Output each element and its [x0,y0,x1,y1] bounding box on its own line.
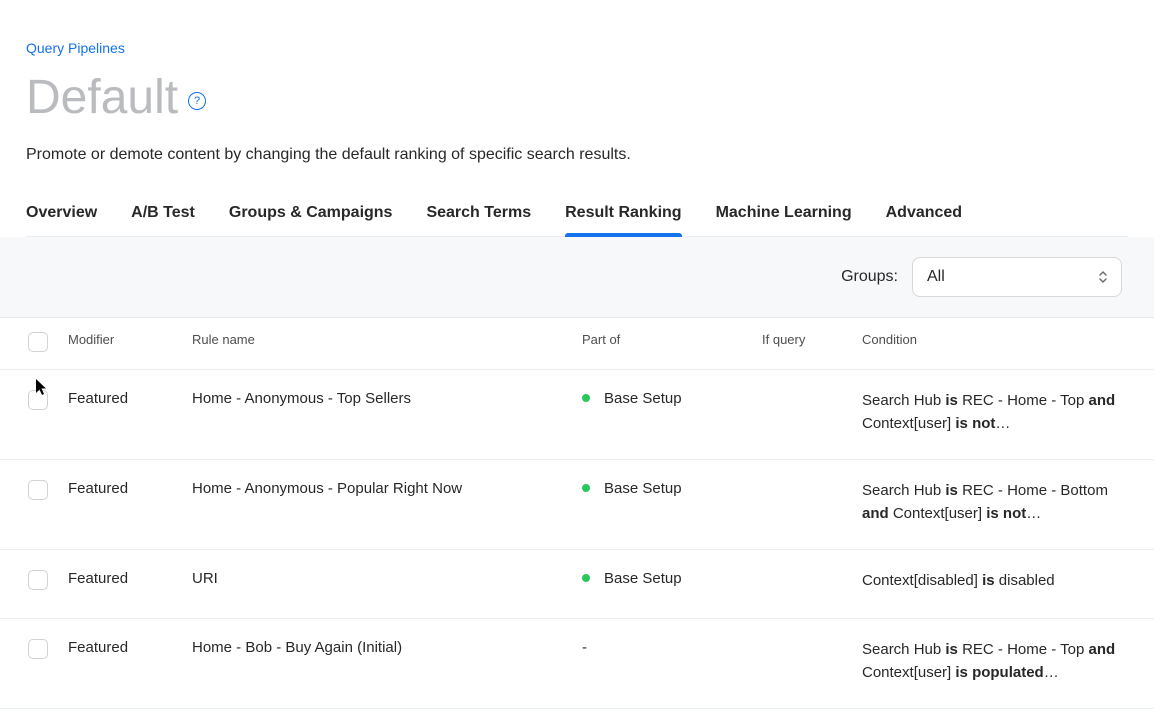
row-checkbox[interactable] [28,480,48,500]
condition-segment: and [1084,641,1115,658]
cell-rule-name: Home - Anonymous - Top Sellers [182,370,572,460]
tab-groups[interactable]: Groups & Campaigns [229,194,393,236]
table-row[interactable]: FeaturedHome - Anonymous - Popular Right… [0,460,1154,550]
cell-part-of: - [572,619,752,709]
tab-terms[interactable]: Search Terms [426,194,531,236]
condition-segment: Search Hub [862,482,941,499]
condition-segment: Search Hub [862,641,941,658]
cell-condition: Search Hub is REC - Home - Bottom and Co… [852,460,1154,550]
page-subtitle: Promote or demote content by changing th… [26,146,1128,164]
row-checkbox[interactable] [28,390,48,410]
row-checkbox[interactable] [28,639,48,659]
rules-table: Modifier Rule name Part of If query Cond… [0,318,1154,709]
cell-part-of-text: Base Setup [604,570,682,587]
condition-segment: is [941,482,962,499]
groups-label: Groups: [841,268,898,286]
table-row[interactable]: FeaturedHome - Bob - Buy Again (Initial)… [0,619,1154,709]
status-dot-icon [582,484,590,492]
condition-segment: Context[disabled] [862,572,978,589]
help-icon[interactable]: ? [188,92,206,110]
column-header-rule-name[interactable]: Rule name [182,318,572,370]
cell-rule-name: URI [182,550,572,619]
tab-advanced[interactable]: Advanced [886,194,962,236]
groups-select[interactable]: All [912,257,1122,297]
condition-segment: … [1044,664,1059,681]
cell-if-query [752,370,852,460]
condition-segment: … [995,415,1010,432]
condition-segment: is [941,392,962,409]
condition-segment: Context[user] [862,664,951,681]
condition-segment: REC - Home - Top [962,392,1084,409]
condition-segment: Search Hub [862,392,941,409]
condition-segment: is not [951,415,995,432]
cell-if-query [752,460,852,550]
breadcrumb-query-pipelines[interactable]: Query Pipelines [26,40,125,56]
condition-segment: is populated [951,664,1044,681]
condition-segment: is [978,572,999,589]
tab-ml[interactable]: Machine Learning [716,194,852,236]
column-header-select [0,318,58,370]
condition-segment: disabled [999,572,1055,589]
status-dot-icon [582,394,590,402]
cell-part-of-text: Base Setup [604,390,682,407]
condition-segment: is not [982,505,1026,522]
condition-segment: Context[user] [893,505,982,522]
controls-bar: Groups: All [0,237,1154,318]
cell-modifier: Featured [58,460,182,550]
groups-select-value: All [927,268,945,286]
cell-rule-name: Home - Bob - Buy Again (Initial) [182,619,572,709]
condition-segment: and [862,505,893,522]
cell-part-of: Base Setup [572,370,752,460]
cell-part-of: Base Setup [572,460,752,550]
tabs-bar: Overview A/B Test Groups & Campaigns Search… [26,194,1128,237]
condition-segment: and [1084,392,1115,409]
cell-part-of: Base Setup [572,550,752,619]
chevron-updown-icon [1097,270,1109,284]
column-header-part-of[interactable]: Part of [572,318,752,370]
cell-modifier: Featured [58,619,182,709]
cell-part-of-text: Base Setup [604,480,682,497]
column-header-condition[interactable]: Condition [852,318,1154,370]
table-row[interactable]: FeaturedURI Base Setup Context[disabled] i… [0,550,1154,619]
cell-if-query [752,619,852,709]
cell-modifier: Featured [58,370,182,460]
column-header-modifier[interactable]: Modifier [58,318,182,370]
select-all-checkbox[interactable] [28,332,48,352]
cell-modifier: Featured [58,550,182,619]
condition-segment: REC - Home - Top [962,641,1084,658]
table-row[interactable]: FeaturedHome - Anonymous - Top Sellers Ba… [0,370,1154,460]
condition-segment: Context[user] [862,415,951,432]
column-header-if-query[interactable]: If query [752,318,852,370]
cell-condition: Search Hub is REC - Home - Top and Conte… [852,619,1154,709]
page-title: Default [26,74,178,122]
condition-segment: is [941,641,962,658]
cell-condition: Search Hub is REC - Home - Top and Conte… [852,370,1154,460]
tab-abtest[interactable]: A/B Test [131,194,195,236]
row-checkbox[interactable] [28,570,48,590]
condition-segment: REC - Home - Bottom [962,482,1108,499]
tab-overview[interactable]: Overview [26,194,97,236]
cell-rule-name: Home - Anonymous - Popular Right Now [182,460,572,550]
status-dot-icon [582,574,590,582]
cell-condition: Context[disabled] is disabled [852,550,1154,619]
cell-if-query [752,550,852,619]
tab-ranking[interactable]: Result Ranking [565,194,681,236]
condition-segment: … [1026,505,1041,522]
cell-part-of-text: - [582,639,587,656]
